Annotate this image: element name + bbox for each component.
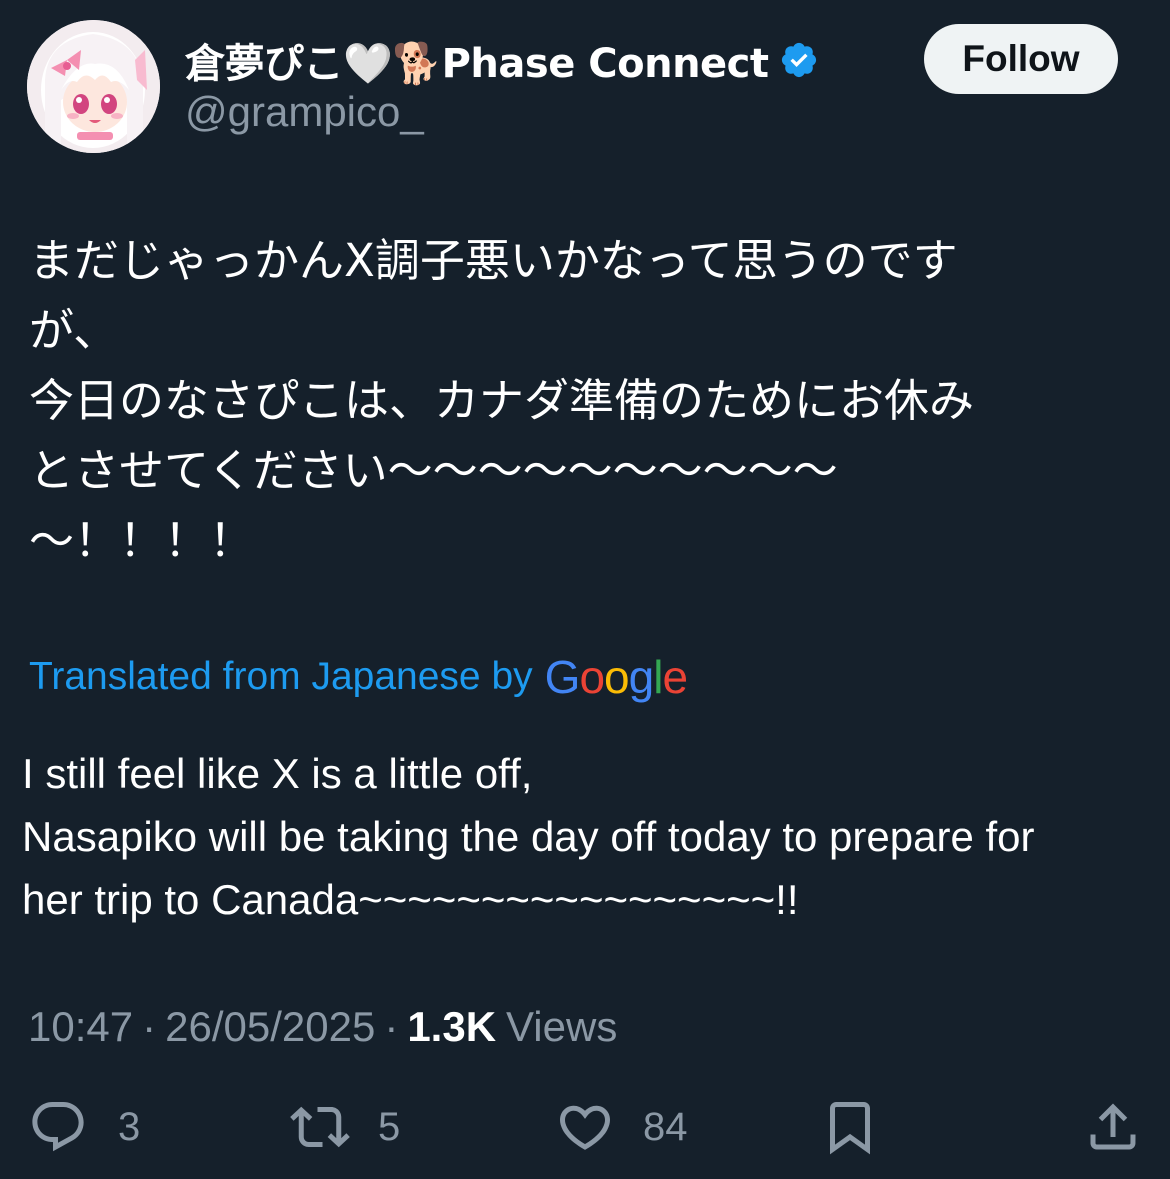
tweet-text: まだじゃっかんX調子悪いかなって思うのです が、 今日のなさぴこは、カナダ準備の…: [29, 226, 1129, 576]
bookmark-button[interactable]: [820, 1096, 880, 1158]
repost-count: 5: [378, 1104, 401, 1149]
avatar-image: [27, 20, 160, 153]
share-button[interactable]: [1083, 1096, 1143, 1158]
translated-text: I still feel like X is a little off, Nas…: [22, 742, 1152, 931]
google-logo-letter: l: [653, 651, 663, 703]
tweet-date[interactable]: 26/05/2025: [165, 1003, 375, 1051]
google-logo-letter: o: [579, 651, 605, 703]
meta-separator: ·: [142, 1003, 157, 1050]
reply-icon: [32, 1102, 84, 1152]
google-logo-letter: o: [604, 651, 630, 703]
tweet-text-line: が、: [29, 304, 119, 357]
like-count: 84: [643, 1104, 688, 1149]
author-handle[interactable]: @grampico_: [185, 88, 424, 136]
meta-separator: ·: [384, 1003, 399, 1050]
verified-badge-icon: [779, 40, 819, 80]
tweet-meta: 10:47 · 26/05/2025 · 1.3K Views: [28, 1000, 617, 1054]
tweet-detail: 倉夢ぴこ🤍🐕Phase Connect @grampico_ Follow まだ…: [0, 0, 1170, 1179]
translation-attribution[interactable]: Translated from Japanese by Google: [29, 645, 688, 709]
tweet-text-line: とさせてください〜〜〜〜〜〜〜〜〜〜: [29, 444, 838, 497]
bookmark-icon: [830, 1102, 870, 1155]
like-button[interactable]: 84: [555, 1096, 688, 1158]
views-label: Views: [506, 1003, 618, 1050]
follow-button[interactable]: Follow: [924, 24, 1118, 94]
heart-icon: [559, 1105, 611, 1150]
reply-button[interactable]: 3: [28, 1096, 140, 1158]
google-logo-letter: e: [662, 651, 688, 703]
tweet-text-line: 〜！！！！: [29, 514, 255, 567]
avatar[interactable]: [27, 20, 160, 153]
tweet-time[interactable]: 10:47: [28, 1003, 133, 1051]
tweet-text-line: 今日のなさぴこは、カナダ準備のためにお休み: [29, 374, 975, 427]
share-icon: [1090, 1103, 1136, 1150]
repost-icon: [290, 1106, 350, 1148]
translated-from-label[interactable]: Translated from Japanese by: [29, 655, 533, 699]
reply-count: 3: [118, 1104, 141, 1149]
author-display-name[interactable]: 倉夢ぴこ🤍🐕Phase Connect: [185, 31, 769, 89]
repost-button[interactable]: 5: [286, 1096, 400, 1158]
tweet-text-line: まだじゃっかんX調子悪いかなって思うのです: [29, 234, 958, 287]
translated-text-line: Nasapiko will be taking the day off toda…: [22, 813, 1035, 860]
translated-text-line: I still feel like X is a little off,: [22, 750, 533, 797]
google-logo: Google: [544, 650, 688, 704]
views-count: 1.3K: [407, 1003, 497, 1050]
google-logo-letter: g: [628, 651, 655, 703]
translated-text-line: her trip to Canada~~~~~~~~~~~~~~~~~!!: [22, 876, 799, 923]
author-name-row[interactable]: 倉夢ぴこ🤍🐕Phase Connect: [185, 30, 819, 90]
google-logo-letter: G: [544, 651, 581, 703]
